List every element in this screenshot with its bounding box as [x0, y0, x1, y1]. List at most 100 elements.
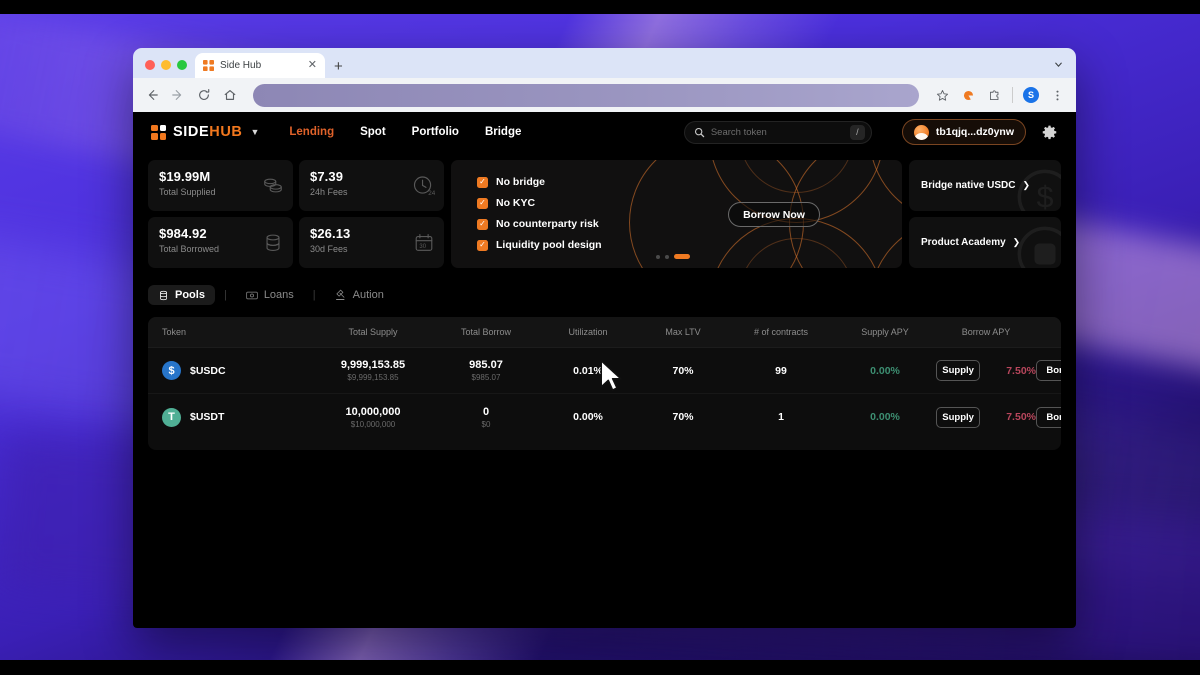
token-cell: $ $USDC	[162, 361, 312, 380]
reload-icon[interactable]	[193, 84, 215, 106]
supply-apy-value: 0.00%	[870, 411, 900, 423]
max-ltv-value: 70%	[672, 411, 694, 423]
carousel-dot-2[interactable]	[665, 254, 669, 259]
forward-icon[interactable]	[167, 84, 189, 106]
promo-feature-item: ✓ No bridge	[477, 176, 602, 188]
tab-list-chevron-down-icon[interactable]	[1048, 54, 1068, 74]
database-icon	[266, 234, 280, 251]
total-supply-usd: $10,000,000	[350, 419, 396, 429]
app-navbar: SIDEHUB ▼ Lending Spot Portfolio Bridge	[133, 112, 1076, 152]
tab-loans[interactable]: Loans	[236, 285, 304, 305]
promo-feature-label: No KYC	[496, 197, 536, 209]
promo-feature-label: No bridge	[496, 176, 545, 188]
column-header-utilization: Utilization	[568, 327, 608, 337]
side-card-bridge-native-usdc[interactable]: Bridge native USDC ❯ $	[909, 160, 1061, 211]
side-card-label: Bridge native USDC	[921, 180, 1016, 191]
profile-avatar[interactable]: S	[1020, 84, 1042, 106]
maximize-window-button[interactable]	[177, 60, 187, 70]
column-header-borrow-apy: Borrow APY	[961, 327, 1011, 337]
total-borrow-cell: 985.07 $985.07	[434, 359, 538, 382]
nav-link-bridge[interactable]: Bridge	[485, 126, 521, 138]
borrow-apy-value: 7.50%	[1006, 364, 1036, 377]
promo-feature-item: ✓ No KYC	[477, 197, 602, 209]
gavel-icon	[335, 289, 345, 300]
total-supply-cell: 9,999,153.85 $9,999,153.85	[312, 359, 434, 382]
token-name: $USDC	[190, 364, 226, 377]
utilization-value: 0.01%	[573, 364, 603, 377]
usdt-icon: T	[162, 407, 181, 427]
sidehub-logo-mark-icon	[151, 124, 166, 140]
contracts-value: 99	[775, 364, 787, 377]
column-header-supply-apy: Supply APY	[861, 327, 909, 337]
wallet-button[interactable]: tb1qjq...dz0ynw	[901, 119, 1026, 145]
tab-label: Loans	[263, 289, 294, 301]
borrow-now-button[interactable]: Borrow Now	[728, 202, 820, 227]
three-dot-menu-icon[interactable]	[1046, 84, 1068, 106]
total-supply-value: 10,000,000	[345, 405, 401, 418]
supply-button[interactable]: Supply	[936, 360, 981, 381]
address-bar[interactable]	[253, 83, 919, 107]
wallet-address: tb1qjq...dz0ynw	[935, 126, 1014, 138]
stat-card-total-borrowed: $984.92 Total Borrowed	[148, 217, 293, 268]
tab-divider: |	[312, 289, 316, 301]
logo-chevron-down-icon[interactable]: ▼	[250, 127, 259, 137]
sidehub-logo[interactable]: SIDEHUB ▼	[151, 124, 259, 140]
gear-icon[interactable]	[1040, 123, 1058, 141]
carousel-dot-3[interactable]	[674, 254, 690, 259]
nav-link-portfolio[interactable]: Portfolio	[412, 126, 459, 138]
star-icon[interactable]	[931, 84, 953, 106]
borrow-button[interactable]: Borrow	[1036, 406, 1061, 428]
column-header-total-supply: Total Supply	[348, 327, 398, 337]
promo-feature-label: Liquidity pool design	[496, 239, 602, 251]
borrow-action-cell: Borrow	[1036, 360, 1061, 381]
search-input[interactable]	[710, 126, 844, 138]
contracts-value: 1	[778, 411, 784, 423]
promo-feature-label: No counterparty risk	[496, 218, 599, 230]
minimize-window-button[interactable]	[161, 60, 171, 70]
pools-table: Token Total Supply Total Borrow Utilizat…	[148, 317, 1061, 450]
search-shortcut-key[interactable]: /	[849, 124, 865, 140]
search-box[interactable]: /	[683, 120, 872, 144]
close-tab-icon[interactable]: ✕	[308, 60, 317, 71]
side-card-product-academy[interactable]: Product Academy ❯	[909, 217, 1061, 268]
total-supply-usd: $9,999,153.85	[347, 373, 399, 382]
utilization-value: 0.00%	[573, 411, 603, 423]
tab-aution[interactable]: Aution	[325, 285, 394, 305]
svg-text:$: $	[1037, 182, 1054, 212]
browser-tab[interactable]: Side Hub ✕	[195, 53, 325, 78]
extension-orange-icon[interactable]	[957, 84, 979, 106]
supply-button[interactable]: Supply	[936, 406, 981, 428]
column-header-token: Token	[162, 327, 187, 337]
tab-label: Pools	[175, 289, 205, 301]
letterbox-top	[0, 0, 1200, 14]
token-cell: T $USDT	[162, 407, 312, 427]
sidehub-logo-text: SIDEHUB	[173, 124, 242, 140]
side-cards: Bridge native USDC ❯ $ Product Academy ❯	[909, 160, 1061, 268]
promo-feature-item: ✓ No counterparty risk	[477, 218, 602, 230]
new-tab-button[interactable]: +	[334, 59, 343, 74]
table-row[interactable]: $ $USDC 9,999,153.85 $9,999,153.85 985.0…	[148, 348, 1061, 394]
column-header-total-borrow: Total Borrow	[460, 327, 512, 337]
table-row[interactable]: T $USDT 10,000,000 $10,000,000 0 $0 0.00…	[148, 394, 1061, 440]
tab-pools[interactable]: Pools	[148, 285, 215, 305]
search-icon	[694, 127, 705, 137]
borrow-button[interactable]: Borrow	[1036, 360, 1061, 381]
total-borrow-usd: $985.07	[471, 373, 501, 382]
nav-link-lending[interactable]: Lending	[289, 126, 334, 138]
promo-carousel-dots	[656, 254, 690, 259]
dashboard-top-row: $19.99M Total Supplied $7.39 24h Fees 24…	[133, 160, 1076, 268]
calendar-30-icon: 30	[415, 233, 433, 251]
back-icon[interactable]	[141, 84, 163, 106]
usdc-icon: $	[162, 361, 181, 380]
check-icon: ✓	[477, 218, 488, 230]
total-borrow-cell: 0 $0	[434, 406, 538, 429]
home-icon[interactable]	[219, 84, 241, 106]
close-window-button[interactable]	[145, 60, 155, 70]
puzzle-icon[interactable]	[983, 84, 1005, 106]
stats-grid: $19.99M Total Supplied $7.39 24h Fees 24…	[148, 160, 444, 268]
nav-link-spot[interactable]: Spot	[360, 126, 386, 138]
content-tabs: Pools | Loans | Aution	[133, 282, 1076, 308]
carousel-dot-1[interactable]	[656, 254, 660, 259]
letterbox-bottom	[0, 660, 1200, 675]
column-header-contracts: # of contracts	[753, 327, 809, 337]
